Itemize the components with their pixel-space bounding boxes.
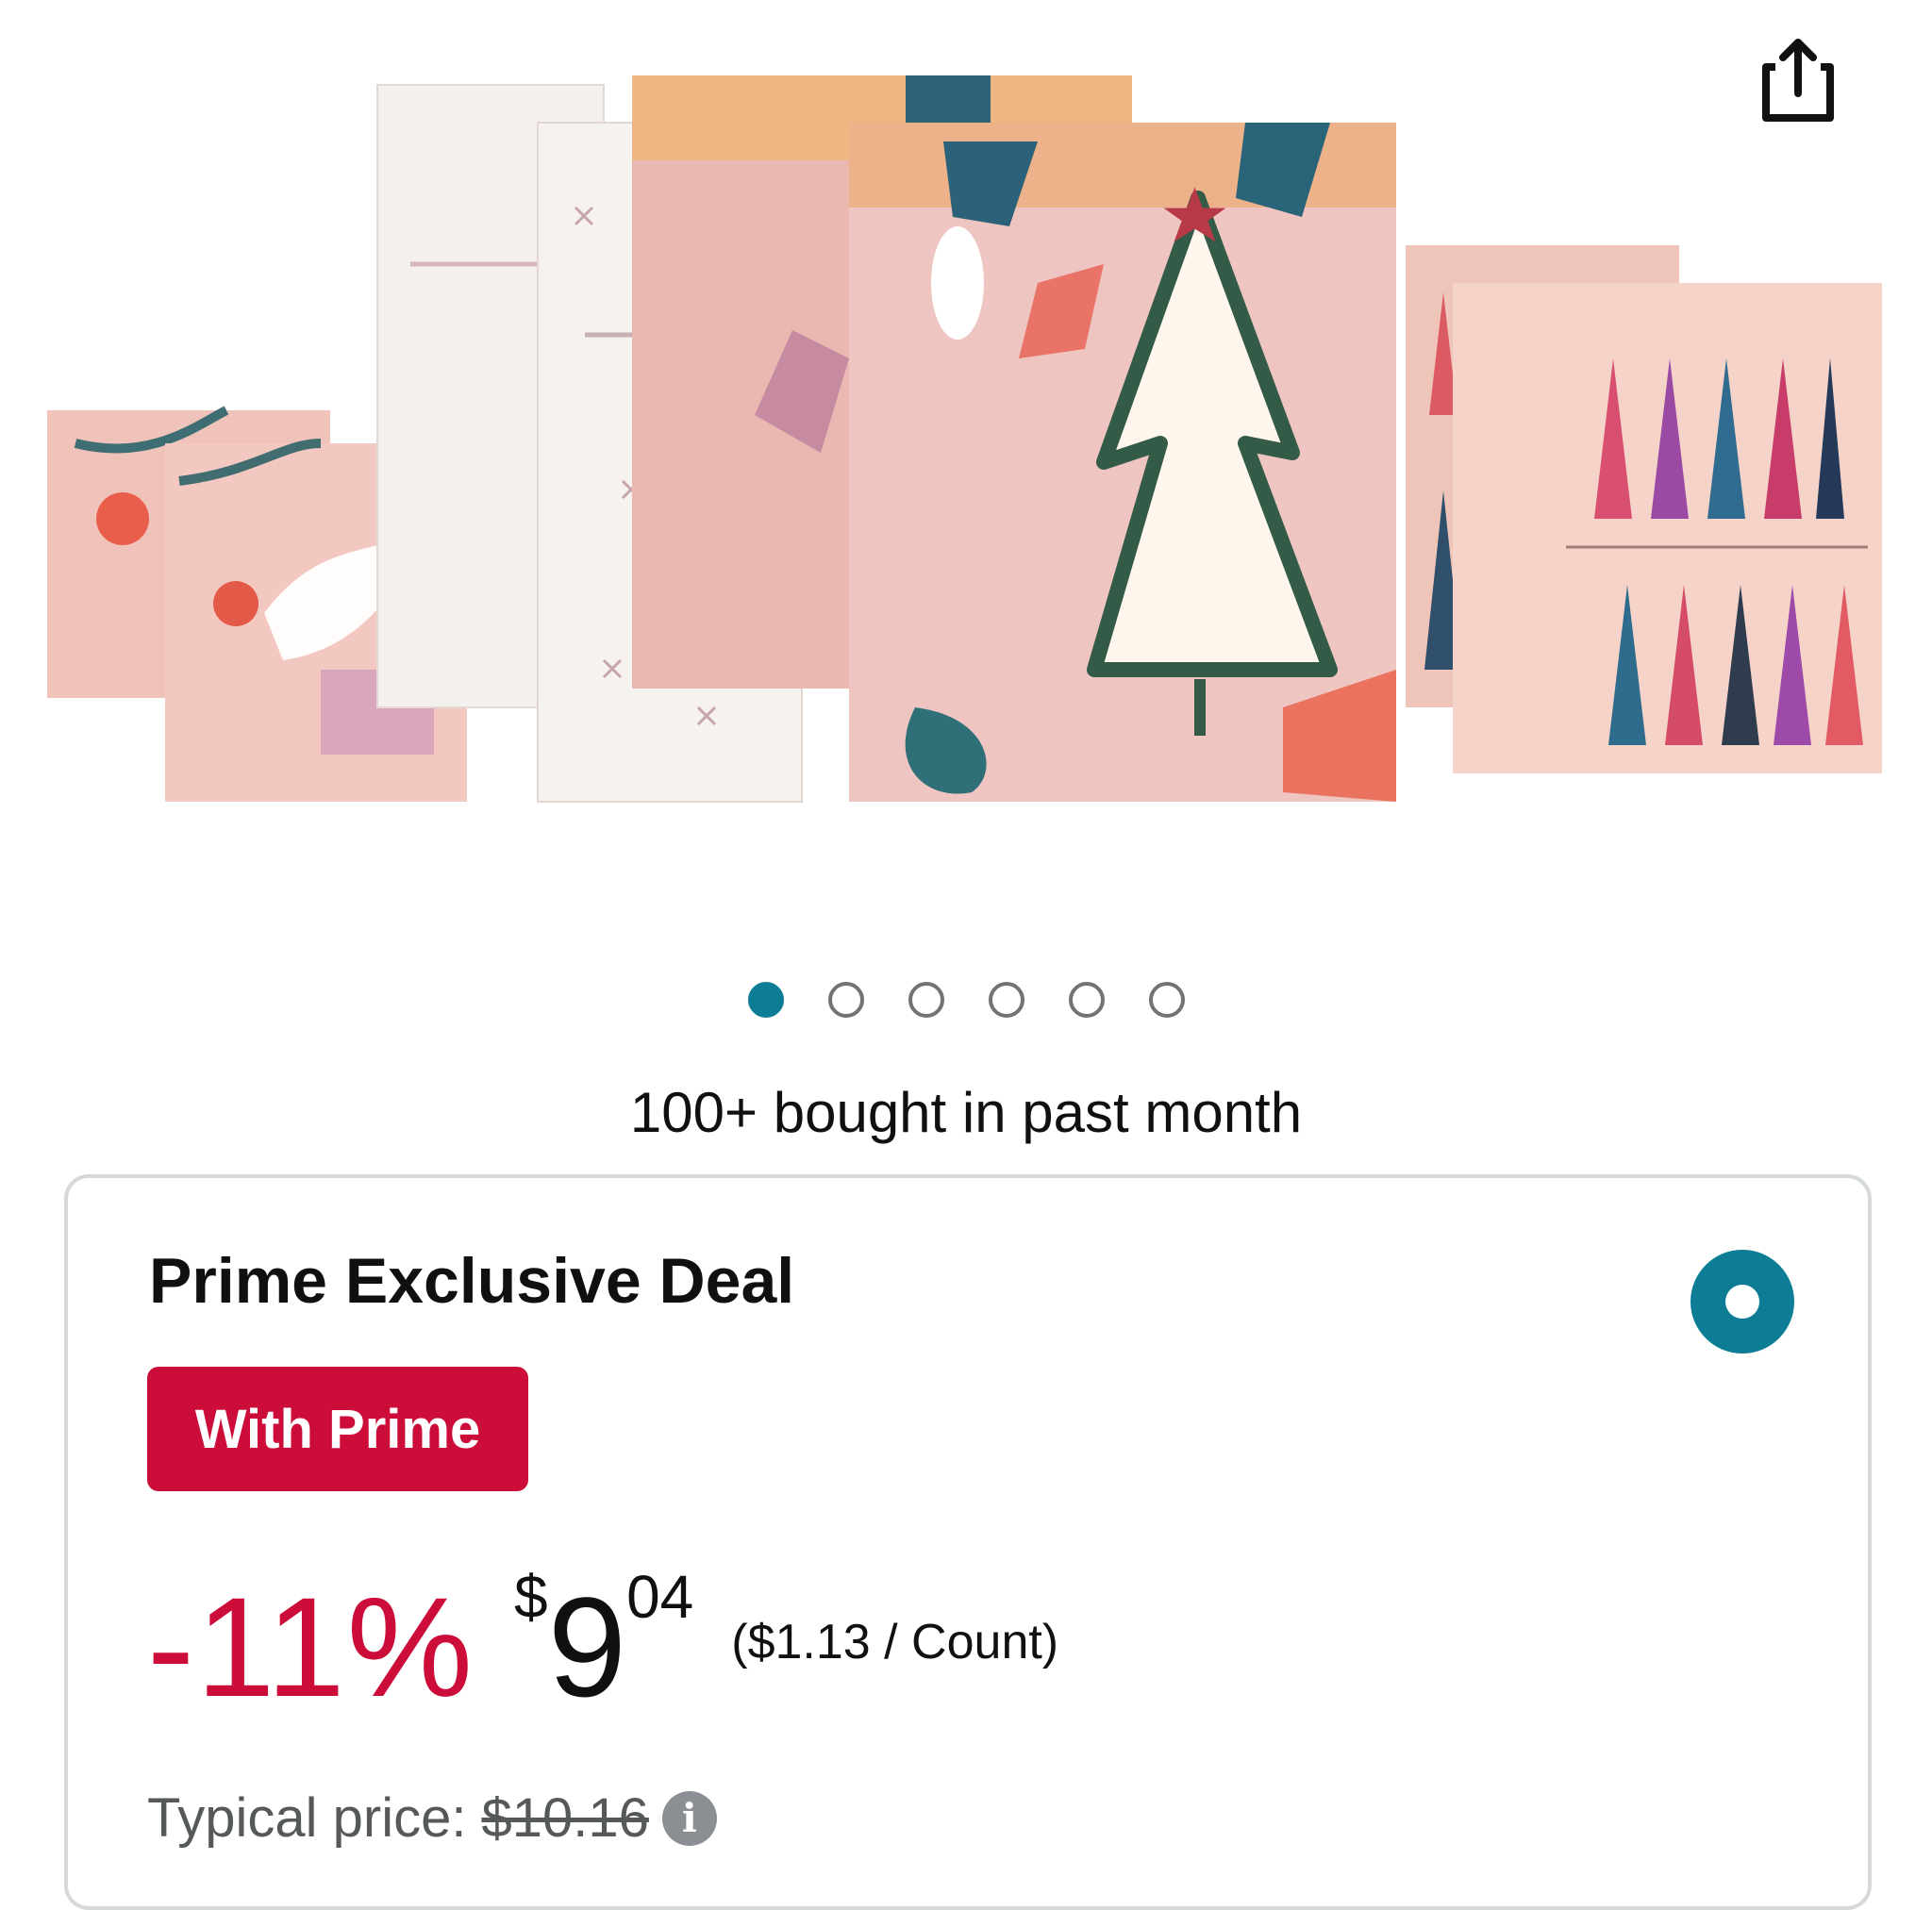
- price-fraction: 04: [626, 1563, 694, 1631]
- prime-deal-card[interactable]: Prime Exclusive Deal With Prime -11% $ 9…: [64, 1174, 1872, 1910]
- share-button[interactable]: [1755, 28, 1841, 132]
- pager-dot-4[interactable]: [988, 982, 1024, 1018]
- pager-dot-3[interactable]: [908, 982, 944, 1018]
- info-icon[interactable]: i: [661, 1790, 717, 1846]
- product-photo-gift-bags[interactable]: [38, 47, 1906, 821]
- product-image-gallery: [0, 0, 1932, 1018]
- medium-bag-front: [1453, 283, 1882, 773]
- price-whole: 9: [547, 1568, 627, 1726]
- typical-price-value: $10.16: [481, 1787, 649, 1849]
- share-icon: [1762, 39, 1834, 122]
- price-row: -11% $ 9 04 ($1.13 / Count): [147, 1555, 1059, 1718]
- image-pager: [0, 982, 1932, 1018]
- large-bag-front: [849, 123, 1396, 802]
- bought-in-past-month-text: 100+ bought in past month: [629, 1081, 1303, 1144]
- deal-selected-radio[interactable]: [1690, 1250, 1794, 1354]
- pager-dot-1[interactable]: [747, 982, 784, 1018]
- typical-price-label: Typical price:: [147, 1787, 467, 1849]
- typical-price-row: Typical price: $10.16 i: [147, 1786, 717, 1850]
- with-prime-badge: With Prime: [147, 1367, 528, 1491]
- pager-dot-6[interactable]: [1148, 982, 1185, 1018]
- unit-price: ($1.13 / Count): [731, 1615, 1059, 1669]
- current-price: $ 9 04: [514, 1555, 693, 1718]
- price-currency-symbol: $: [514, 1563, 548, 1631]
- pager-dot-2[interactable]: [827, 982, 864, 1018]
- pager-dot-5[interactable]: [1068, 982, 1105, 1018]
- deal-title: Prime Exclusive Deal: [149, 1245, 795, 1317]
- discount-percent: -11%: [147, 1568, 475, 1726]
